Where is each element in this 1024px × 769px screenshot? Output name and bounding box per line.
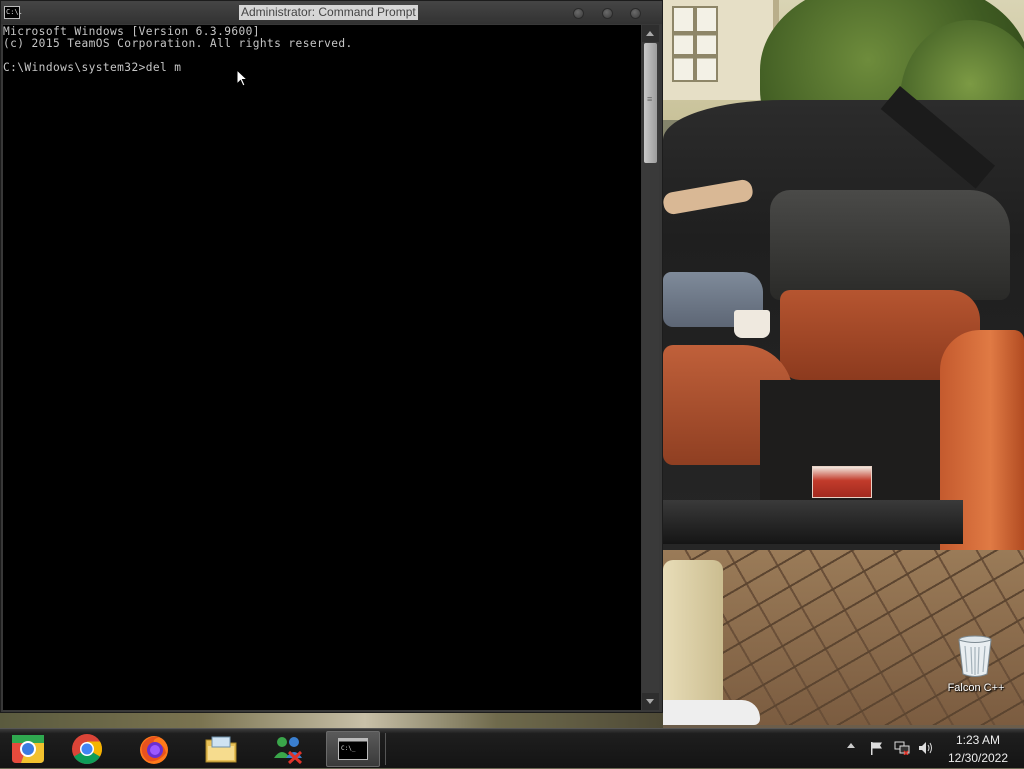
- close-button[interactable]: [630, 8, 641, 19]
- window-titlebar[interactable]: C:\. Administrator: Command Prompt: [1, 1, 662, 24]
- window-title: Administrator: Command Prompt: [239, 5, 418, 20]
- desktop-icon-label: Falcon C++: [947, 682, 1005, 694]
- flag-icon[interactable]: [870, 741, 884, 755]
- scroll-down-button[interactable]: [642, 693, 659, 710]
- cmd-icon-text: C:\_: [341, 745, 356, 752]
- maximize-button[interactable]: [602, 8, 613, 19]
- console-line: (c) 2015 TeamOS Corporation. All rights …: [3, 37, 353, 50]
- console-output[interactable]: Microsoft Windows [Version 6.3.9600] (c)…: [3, 25, 641, 710]
- mouse-cursor-icon: [236, 69, 248, 87]
- console-prompt-line[interactable]: C:\Windows\system32>del m: [3, 62, 181, 74]
- vertical-scrollbar[interactable]: [642, 25, 659, 710]
- taskbar-app-chromium[interactable]: [0, 731, 56, 767]
- firefox-icon: [140, 736, 168, 764]
- scroll-thumb[interactable]: [644, 43, 657, 163]
- chromium-icon: [12, 735, 44, 763]
- taskbar-app-network[interactable]: [260, 731, 316, 767]
- chrome-icon: [72, 734, 103, 765]
- taskbar-app-file-explorer[interactable]: [193, 731, 249, 767]
- system-tray: 1:23 AM 12/30/2022: [840, 729, 1024, 769]
- minimize-button[interactable]: [573, 8, 584, 19]
- chevron-up-icon[interactable]: [847, 743, 855, 748]
- scroll-up-button[interactable]: [642, 25, 659, 42]
- taskbar-separator: [385, 733, 386, 765]
- folder-icon: [205, 736, 237, 763]
- taskbar-app-firefox[interactable]: [126, 731, 182, 767]
- clock-date[interactable]: 12/30/2022: [940, 751, 1016, 765]
- clock-time[interactable]: 1:23 AM: [940, 733, 1016, 747]
- network-people-icon: [274, 737, 303, 764]
- cmd-icon: C:\.: [4, 6, 23, 19]
- command-prompt-window[interactable]: C:\. Administrator: Command Prompt Micro…: [0, 0, 663, 713]
- taskbar-app-chrome[interactable]: [59, 731, 115, 767]
- taskbar: C:\_ 1:23 AM 12/30/2022: [0, 728, 1024, 768]
- cmd-icon: C:\_: [338, 738, 368, 760]
- taskbar-app-command-prompt[interactable]: C:\_: [326, 731, 380, 767]
- recycle-bin-icon: [958, 635, 992, 677]
- network-icon[interactable]: [894, 741, 910, 755]
- volume-icon[interactable]: [918, 741, 934, 755]
- desktop-icon-falcon[interactable]: Falcon C++: [944, 632, 1008, 698]
